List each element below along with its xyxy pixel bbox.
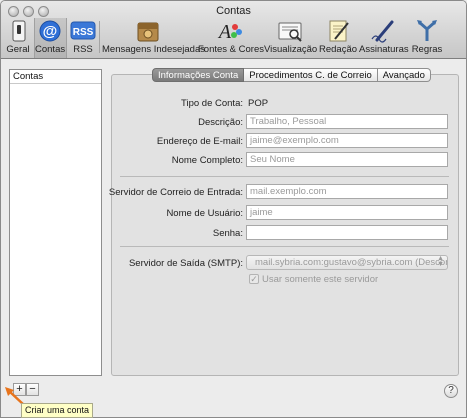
username-field[interactable]: jaime [246,205,448,220]
description-field[interactable]: Trabalho, Pessoal [246,114,448,129]
full-name-field[interactable]: Seu Nome [246,152,448,167]
toolbar-label: Geral [6,44,30,55]
account-type-value: POP [248,98,269,109]
fonts-colors-icon: A [215,19,243,43]
incoming-server-label: Servidor de Correio de Entrada: [108,187,243,198]
toolbar-label: Visualização [264,44,318,55]
junk-mail-icon [134,19,162,43]
password-label: Senha: [212,228,243,239]
password-field[interactable] [246,225,448,240]
toolbar-item-assinaturas[interactable]: Assinaturas [359,19,409,55]
description-label: Descrição: [198,117,243,128]
email-field[interactable]: jaime@exemplo.com [246,133,448,148]
toolbar-label: Fontes & Cores [198,44,264,55]
toolbar-label: Assinaturas [359,44,409,55]
smtp-server-value: mail.sybria.com:gustavo@sybria.com (Desc… [255,257,448,268]
svg-text:@: @ [43,23,58,40]
composing-icon [324,19,352,43]
help-button[interactable]: ? [444,384,458,398]
section-divider [120,246,449,247]
viewing-icon [276,19,304,43]
accounts-list[interactable]: Contas [9,69,102,376]
tab-avancado[interactable]: Avançado [377,68,431,82]
toolbar-label: Contas [35,44,66,55]
signature-pen-icon [369,19,397,43]
toolbar-separator [99,21,100,53]
toolbar-item-contas[interactable]: @ Contas [35,19,65,55]
tab-informacoes-conta[interactable]: Informações Conta [152,68,245,82]
toolbar-label: Regras [411,44,443,55]
toolbar-item-mensagens-indesejadas[interactable]: Mensagens Indesejadas [102,19,205,55]
toolbar-item-fontes-cores[interactable]: A Fontes & Cores [198,19,264,55]
username-label: Nome de Usuário: [166,208,243,219]
smtp-server-select[interactable]: mail.sybria.com:gustavo@sybria.com (Desc… [246,255,448,270]
tab-bar: Informações Conta Procedimentos C. de Co… [152,68,431,82]
toolbar-item-visualizacao[interactable]: Visualização [264,19,318,55]
toolbar-item-redacao[interactable]: Redação [319,19,357,55]
rules-icon [413,19,441,43]
account-type-label: Tipo de Conta: [181,98,243,109]
create-account-tooltip: Criar uma conta [21,403,94,418]
svg-text:A: A [217,21,232,43]
email-label: Endereço de E-mail: [156,136,243,147]
smtp-server-label: Servidor de Saída (SMTP): [128,258,243,269]
toolbar-label: Redação [319,44,358,55]
svg-text:RSS: RSS [73,27,94,38]
toolbar: Contas Geral @ Contas RSS RSS Mensagens … [1,1,466,59]
toolbar-item-regras[interactable]: Regras [411,19,443,55]
toolbar-item-rss[interactable]: RSS RSS [69,19,97,55]
select-arrows-icon: ▲ ▼ [437,255,444,268]
toolbar-label: Mensagens Indesejadas [102,44,205,55]
rss-icon: RSS [69,19,97,43]
tab-procedimentos-correio[interactable]: Procedimentos C. de Correio [244,68,378,82]
toolbar-item-geral[interactable]: Geral [5,19,31,55]
switch-icon [5,19,33,43]
incoming-server-field[interactable]: mail.exemplo.com [246,184,448,199]
at-sign-icon: @ [36,19,64,43]
preferences-window: Contas Geral @ Contas RSS RSS Mensagens … [0,0,467,418]
section-divider [120,176,449,177]
only-this-server-checkbox[interactable]: ✓ [249,274,259,284]
window-title: Contas [216,5,251,17]
full-name-label: Nome Completo: [171,155,243,166]
accounts-list-header: Contas [10,70,101,84]
only-this-server-label: Usar somente este servidor [262,274,379,285]
toolbar-label: RSS [73,44,93,55]
